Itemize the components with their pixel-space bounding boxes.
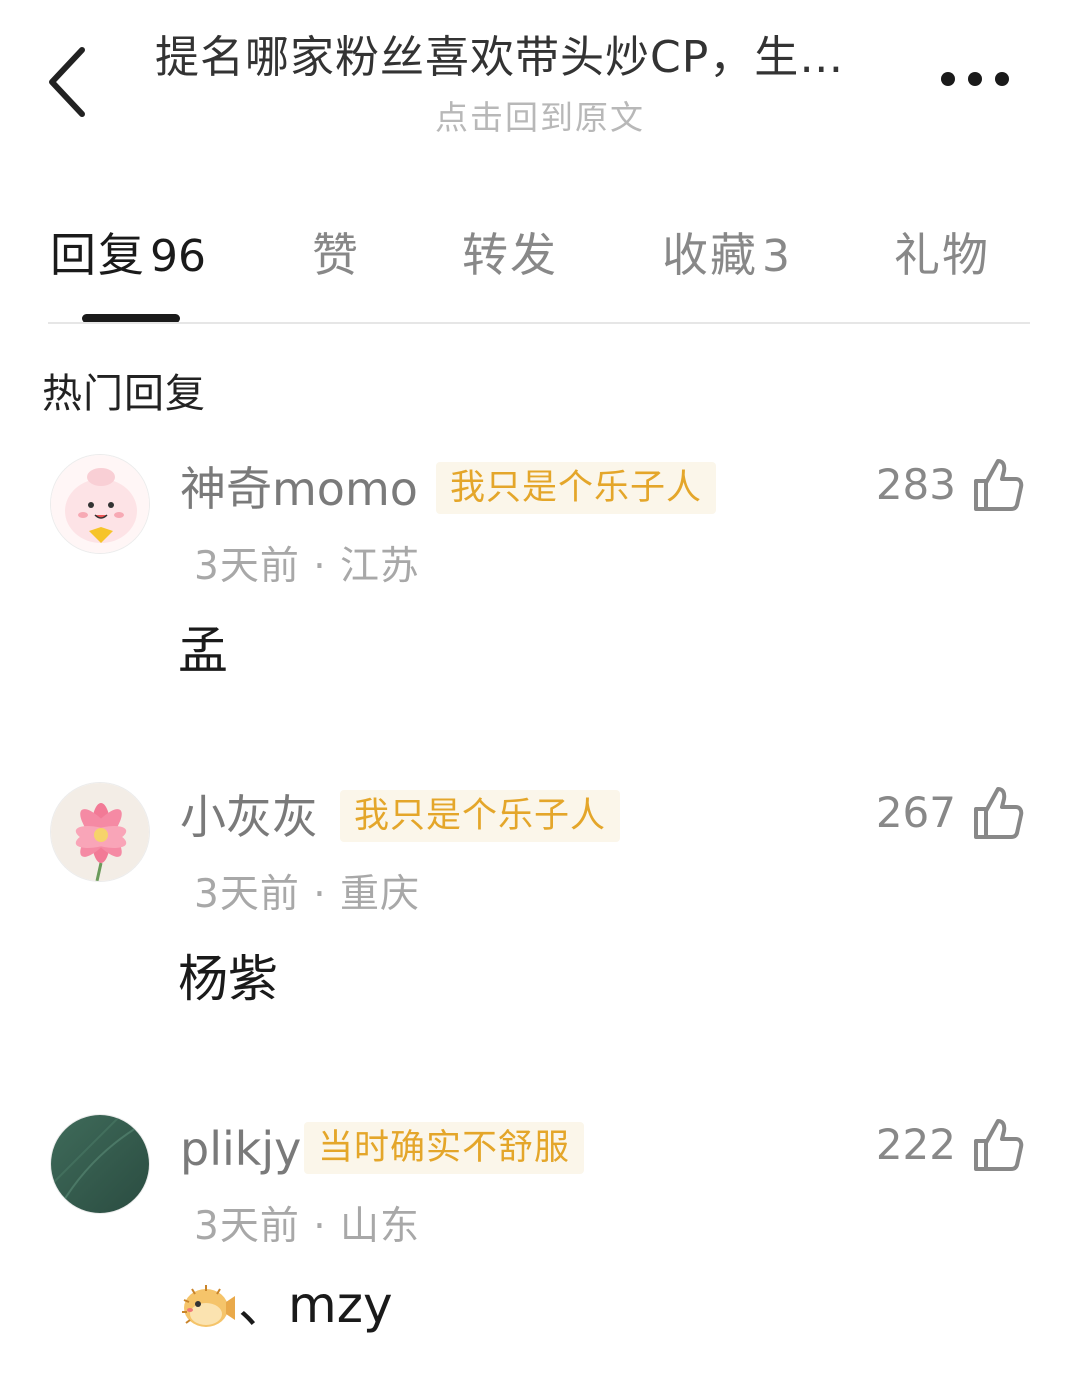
more-dots-icon: [941, 72, 1009, 86]
thumbs-up-icon: [974, 459, 1024, 511]
more-button[interactable]: [938, 62, 1012, 96]
comment-item: 小灰灰 我只是个乐子人 267 3天前 · 重庆 杨紫: [0, 782, 1080, 1082]
tab-count: 3: [762, 231, 790, 282]
thumbs-up-icon: [974, 787, 1024, 839]
tab-label: 收藏: [662, 228, 758, 282]
back-to-original-link[interactable]: 点击回到原文: [0, 96, 1080, 140]
hot-replies-heading: 热门回复: [42, 371, 206, 417]
like-count: 283: [875, 460, 956, 509]
comment-meta: 3天前 · 江苏: [194, 544, 421, 589]
comment-meta: 3天前 · 重庆: [194, 872, 421, 917]
comment-meta: 3天前 · 山东: [194, 1204, 421, 1249]
tab-reposts[interactable]: 转发: [462, 222, 558, 288]
comment-content: 、mzy: [178, 1272, 393, 1348]
post-title[interactable]: 提名哪家粉丝喜欢带头炒CP，生…: [155, 28, 915, 88]
thumbs-up-icon: [974, 1119, 1024, 1171]
tab-gifts[interactable]: 礼物: [894, 222, 990, 288]
username[interactable]: plikjy: [180, 1118, 301, 1180]
avatar[interactable]: [50, 454, 150, 554]
username[interactable]: 神奇momo: [180, 458, 418, 520]
username[interactable]: 小灰灰: [180, 786, 318, 848]
user-badge: 我只是个乐子人: [340, 790, 621, 842]
like-count: 267: [875, 788, 956, 837]
tab-count: 96: [150, 231, 206, 282]
cartoon-avatar-icon: [51, 455, 149, 553]
lotus-avatar-icon: [51, 783, 149, 881]
like-button[interactable]: 267: [876, 782, 1024, 844]
comment-item: 神奇momo 我只是个乐子人 283 3天前 · 江苏 孟: [0, 454, 1080, 754]
avatar[interactable]: [50, 1114, 150, 1214]
like-button[interactable]: 283: [876, 454, 1024, 516]
tab-label: 转发: [462, 228, 558, 282]
like-count: 222: [875, 1120, 956, 1169]
tab-replies[interactable]: 回复96: [50, 222, 206, 290]
comment-item: plikjy 当时确实不舒服 222 3天前 · 山东 、mzy: [0, 1114, 1080, 1400]
user-badge: 我只是个乐子人: [436, 462, 717, 514]
comment-text: 杨紫: [178, 950, 278, 1008]
like-button[interactable]: 222: [876, 1114, 1024, 1176]
avatar[interactable]: [50, 782, 150, 882]
comment-text: 、mzy: [238, 1276, 393, 1334]
user-badge: 当时确实不舒服: [304, 1122, 585, 1174]
tab-divider: [48, 322, 1030, 324]
tab-label: 礼物: [894, 228, 990, 282]
tab-bar: 回复96 赞 转发 收藏3 礼物: [0, 222, 1080, 292]
tab-likes[interactable]: 赞: [312, 222, 360, 288]
comment-text: 孟: [178, 622, 228, 680]
pufferfish-emoji-icon: [178, 1282, 236, 1348]
tab-label: 回复: [50, 228, 146, 282]
tab-favorites[interactable]: 收藏3: [662, 222, 790, 290]
tab-label: 赞: [312, 228, 360, 282]
green-avatar-icon: [51, 1115, 149, 1213]
